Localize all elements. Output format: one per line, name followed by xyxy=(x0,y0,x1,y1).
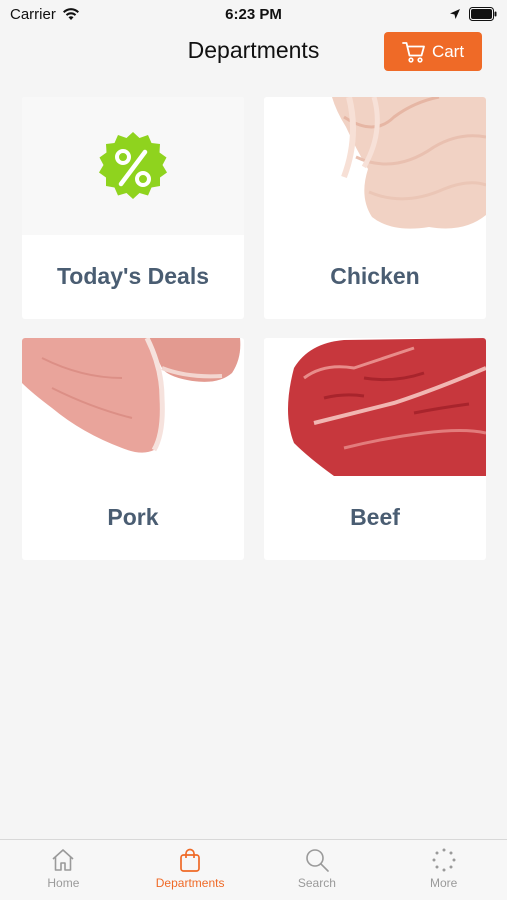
department-card-beef[interactable]: Beef xyxy=(264,338,486,560)
pork-image xyxy=(22,338,244,476)
more-icon xyxy=(432,848,456,872)
beef-illustration xyxy=(288,338,486,476)
navigation-bar: Departments Cart xyxy=(0,28,507,78)
cart-label: Cart xyxy=(431,41,465,61)
cart-icon xyxy=(402,41,425,63)
status-bar: Carrier 6:23 PM xyxy=(0,0,507,28)
department-label: Beef xyxy=(350,504,400,530)
beef-image xyxy=(264,338,486,476)
battery-icon xyxy=(469,7,497,21)
department-label: Pork xyxy=(107,504,159,530)
tab-label: Departments xyxy=(155,876,225,890)
deals-image-area xyxy=(22,97,244,235)
cart-button[interactable]: Cart xyxy=(384,32,482,71)
tab-home[interactable]: Home xyxy=(0,840,127,900)
status-left: Carrier xyxy=(10,6,80,23)
search-icon xyxy=(306,849,329,872)
carrier-label: Carrier xyxy=(10,5,56,23)
tab-bar: Home Departments Search More xyxy=(0,839,507,900)
tab-label: Search xyxy=(297,876,336,890)
department-card-todays-deals[interactable]: Today's Deals xyxy=(22,97,244,319)
chicken-illustration xyxy=(332,97,486,229)
department-card-chicken[interactable]: Chicken xyxy=(264,97,486,319)
departments-grid: Today's Deals Chicken Pork Beef xyxy=(22,97,487,560)
home-icon xyxy=(52,849,74,871)
location-arrow-icon xyxy=(450,9,460,19)
tab-more[interactable]: More xyxy=(380,840,507,900)
chicken-image xyxy=(264,97,486,235)
department-card-pork[interactable]: Pork xyxy=(22,338,244,560)
tab-label: Home xyxy=(47,876,80,890)
tab-label: More xyxy=(429,876,458,890)
app-screen: Carrier 6:23 PM Departments Cart Today's… xyxy=(0,0,507,900)
tab-departments[interactable]: Departments xyxy=(127,840,254,900)
wifi-icon xyxy=(62,8,79,20)
percent-badge-icon xyxy=(99,132,167,199)
tab-search[interactable]: Search xyxy=(254,840,381,900)
pork-illustration xyxy=(22,338,241,453)
department-label: Chicken xyxy=(330,263,420,289)
department-label: Today's Deals xyxy=(56,263,210,289)
bag-icon xyxy=(180,848,200,872)
status-right xyxy=(449,7,497,21)
